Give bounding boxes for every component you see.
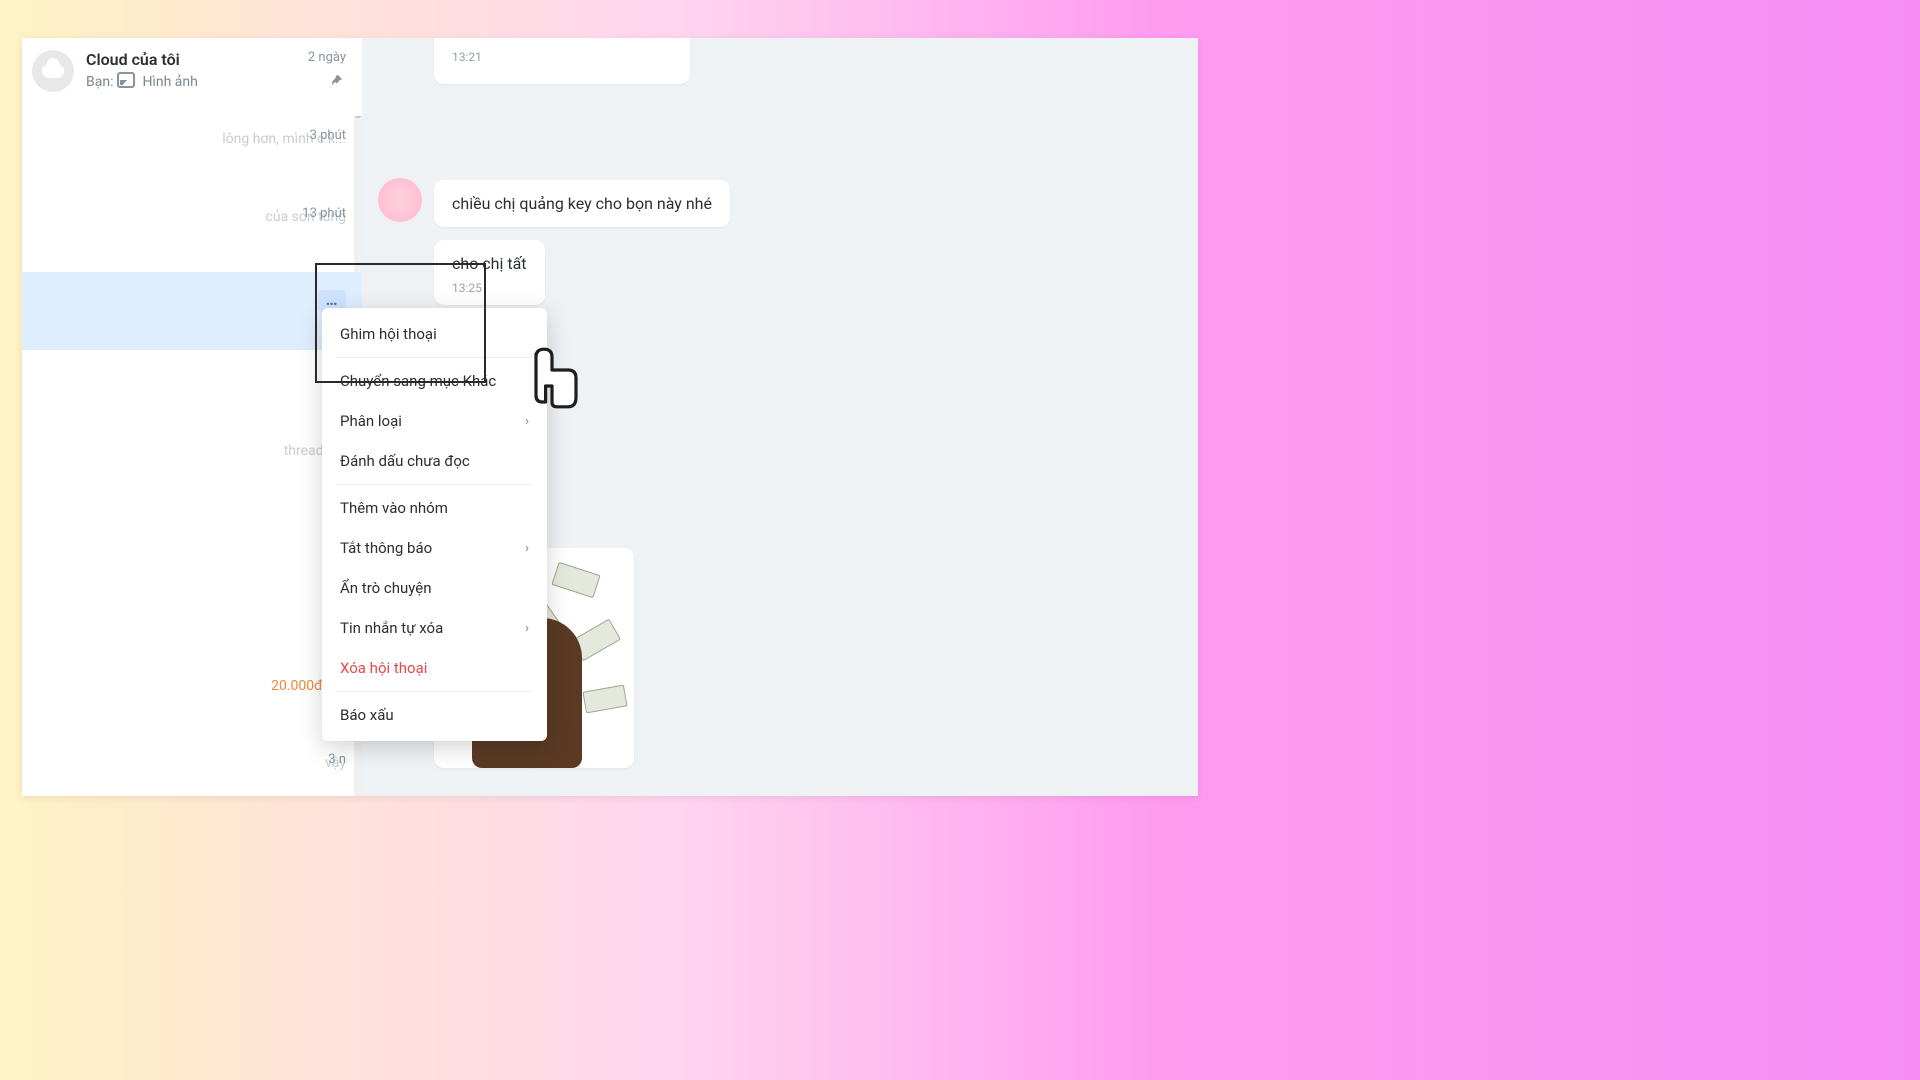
conversation-item[interactable]: vậy 3 n — [22, 740, 362, 796]
menu-report[interactable]: Báo xấu — [322, 695, 547, 735]
preview-text: 20.000đ — [86, 677, 346, 694]
conversation-item[interactable]: 17 — [22, 350, 362, 428]
conversation-preview: Bạn: Hình ảnh — [86, 72, 346, 90]
preview-text: Hình ảnh — [142, 74, 197, 90]
chevron-right-icon: › — [525, 414, 529, 429]
message-text: chiều chị quảng key cho bọn này nhé — [452, 194, 712, 213]
menu-move-to-other[interactable]: Chuyển sang mục Khác — [322, 361, 547, 401]
conversation-item-selected[interactable]: … — [22, 272, 362, 350]
menu-delete-conversation[interactable]: Xóa hội thoại — [322, 648, 547, 688]
pin-icon — [330, 74, 344, 88]
context-menu: Ghim hội thoại Chuyển sang mục Khác Phân… — [322, 308, 547, 741]
conversation-sidebar: Cloud của tôi Bạn: Hình ảnh 2 ngày lông … — [22, 38, 363, 796]
menu-pin-conversation[interactable]: Ghim hội thoại — [322, 314, 547, 354]
conversation-item[interactable]: 20.000đ 3 n — [22, 662, 362, 740]
message-time: 13:21 — [452, 50, 672, 64]
menu-hide-chat[interactable]: Ẩn trò chuyện — [322, 568, 547, 608]
conversation-time: 13 phút — [302, 206, 346, 221]
conversation-time: 2 ngày — [308, 50, 346, 65]
conversation-item[interactable]: threads đi — [22, 428, 362, 506]
message-bubble[interactable]: cho chị tất 13:25 — [434, 240, 545, 305]
contact-avatar[interactable] — [378, 178, 422, 222]
message-time: 13:25 — [452, 281, 527, 295]
app-screenshot-panel: Cloud của tôi Bạn: Hình ảnh 2 ngày lông … — [22, 38, 1198, 796]
conversation-item[interactable]: 2 n — [22, 584, 362, 662]
conversation-item[interactable]: lông hơn, mình c k... 3 phút — [22, 116, 362, 194]
image-icon — [117, 72, 135, 88]
message-bubble[interactable]: chiều chị quảng key cho bọn này nhé — [434, 180, 730, 227]
menu-separator — [336, 484, 533, 485]
cloud-icon — [42, 64, 64, 78]
conversation-item[interactable]: 22 — [22, 506, 362, 584]
menu-add-to-group[interactable]: Thêm vào nhóm — [322, 488, 547, 528]
preview-text: threads đi — [86, 443, 346, 459]
you-prefix: Bạn: — [86, 74, 113, 90]
message-bubble[interactable]: 13:21 — [434, 38, 690, 84]
chevron-right-icon: › — [525, 621, 529, 636]
menu-separator — [336, 357, 533, 358]
preview-text: lông hơn, mình c k... — [86, 131, 346, 147]
chevron-right-icon: › — [525, 541, 529, 556]
menu-mute[interactable]: Tắt thông báo› — [322, 528, 547, 568]
conversation-time: 3 n — [328, 752, 346, 767]
menu-category[interactable]: Phân loại› — [322, 401, 547, 441]
preview-text: vậy — [86, 755, 346, 771]
menu-mark-unread[interactable]: Đánh dấu chưa đọc — [322, 441, 547, 481]
message-text: cho chị tất — [452, 254, 527, 273]
menu-separator — [336, 691, 533, 692]
menu-auto-delete[interactable]: Tin nhắn tự xóa› — [322, 608, 547, 648]
conversation-item[interactable]: của sơn tùng 13 phút — [22, 194, 362, 272]
conversation-item-cloud[interactable]: Cloud của tôi Bạn: Hình ảnh 2 ngày — [22, 38, 362, 116]
conversation-time: 3 phút — [310, 128, 346, 143]
cloud-avatar-icon — [32, 50, 74, 92]
